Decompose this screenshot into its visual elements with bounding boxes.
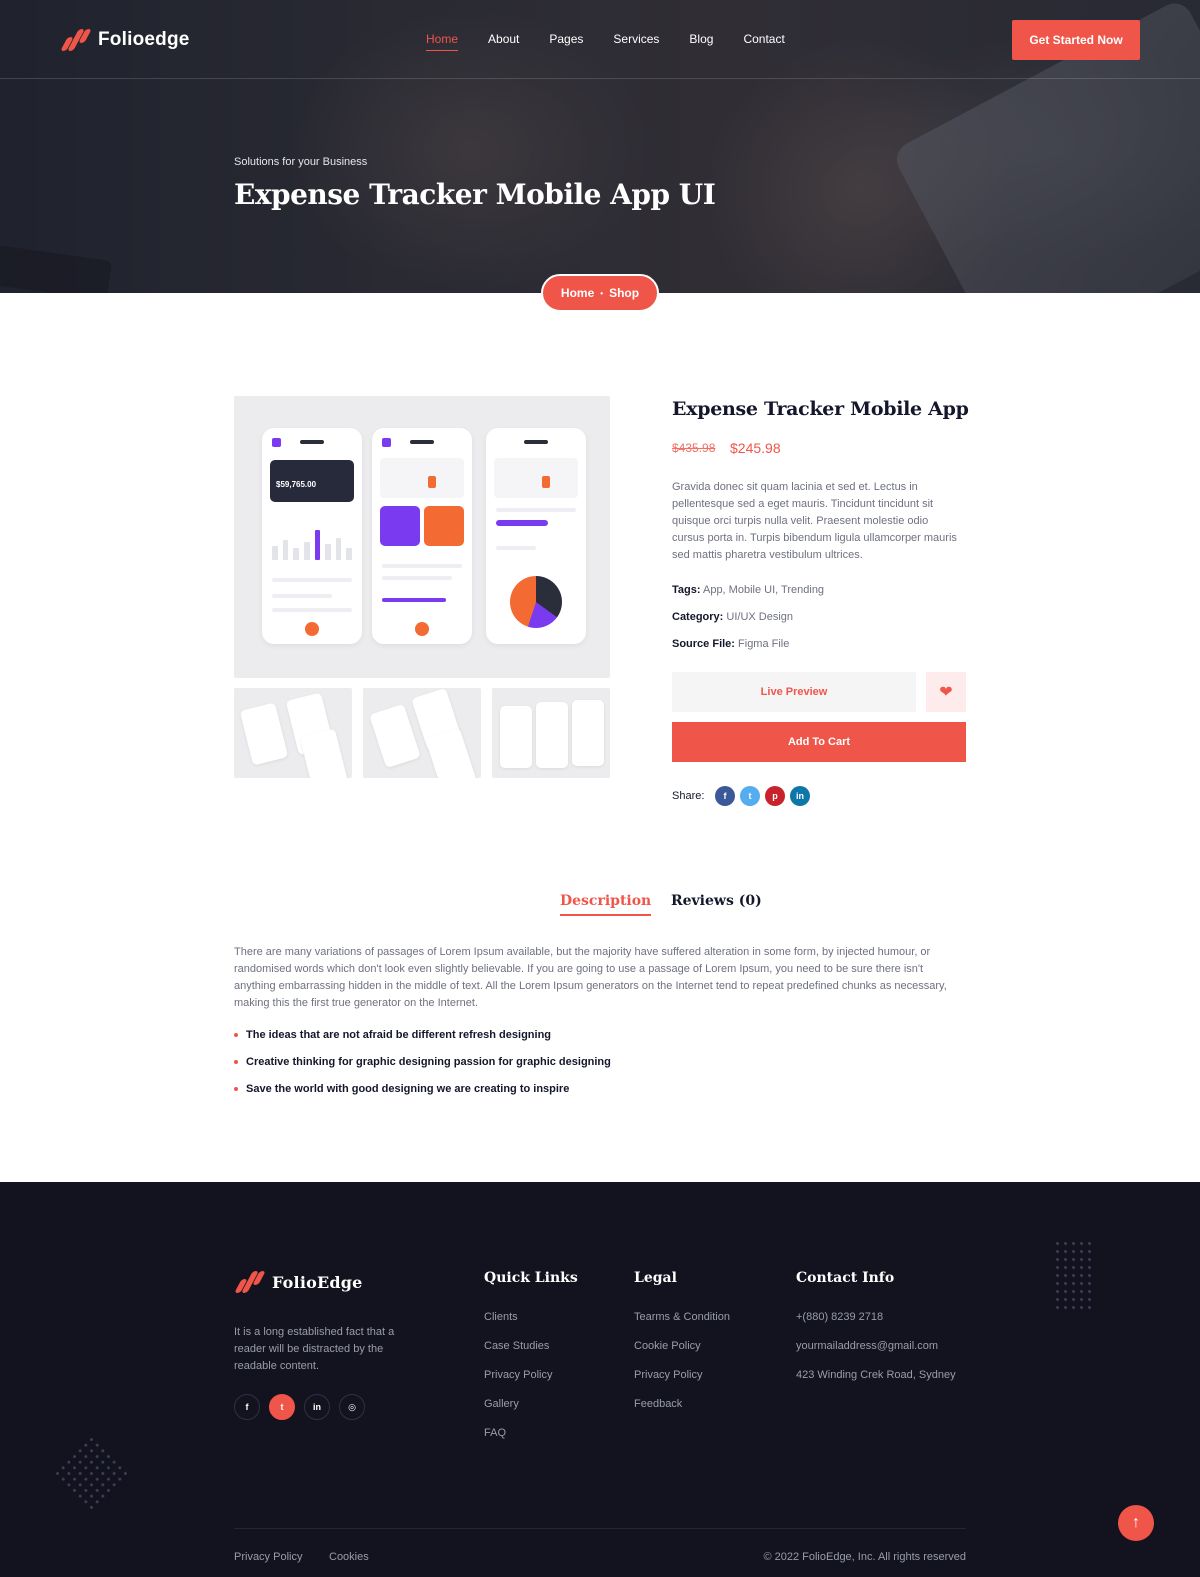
product-thumbnail-1[interactable] xyxy=(234,688,352,778)
legal-title: Legal xyxy=(634,1270,677,1286)
product-thumbnail-2[interactable] xyxy=(363,688,481,778)
facebook-icon[interactable]: f xyxy=(234,1394,260,1420)
decorative-dots xyxy=(55,1437,128,1510)
old-price: $435.98 xyxy=(672,441,716,455)
header-divider xyxy=(0,78,1200,79)
nav-about[interactable]: About xyxy=(488,32,519,51)
product-tags: Tags: App, Mobile UI, Trending xyxy=(672,584,825,596)
bottom-link-privacy-policy[interactable]: Privacy Policy xyxy=(234,1551,302,1563)
product-thumbnail-3[interactable] xyxy=(492,688,610,778)
add-to-cart-button[interactable]: Add To Cart xyxy=(672,722,966,762)
contact-address: 423 Winding Crek Road, Sydney xyxy=(796,1369,956,1381)
get-started-button[interactable]: Get Started Now xyxy=(1012,20,1140,60)
copyright: © 2022 FolioEdge, Inc. All rights reserv… xyxy=(763,1551,966,1563)
nav-pages[interactable]: Pages xyxy=(549,32,583,51)
instagram-icon[interactable]: ◎ xyxy=(339,1394,365,1420)
arrow-up-icon: ↑ xyxy=(1132,1514,1140,1531)
footer-about: It is a long established fact that a rea… xyxy=(234,1326,395,1372)
feature-bullet: The ideas that are not afraid be differe… xyxy=(234,1029,551,1041)
nav-contact[interactable]: Contact xyxy=(743,32,784,51)
footer-link-legal-privacy[interactable]: Privacy Policy xyxy=(634,1369,702,1381)
bottom-link-cookies[interactable]: Cookies xyxy=(329,1551,369,1563)
contact-info-title: Contact Info xyxy=(796,1270,895,1286)
footer-link-gallery[interactable]: Gallery xyxy=(484,1398,519,1410)
footer-link-clients[interactable]: Clients xyxy=(484,1311,518,1323)
site-logo[interactable]: Folioedge xyxy=(60,28,190,52)
footer-link-faq[interactable]: FAQ xyxy=(484,1427,506,1439)
description-text: There are many variations of passages of… xyxy=(234,946,947,1009)
footer-logo[interactable]: FolioEdge xyxy=(234,1270,363,1294)
scroll-to-top-button[interactable]: ↑ xyxy=(1118,1505,1154,1541)
breadcrumb-home[interactable]: Home xyxy=(561,286,594,300)
mockup-balance: $59,765.00 xyxy=(270,460,354,502)
mockup-phone-expenses xyxy=(372,428,472,644)
site-footer: FolioEdge It is a long established fact … xyxy=(0,1182,1200,1577)
mockup-phone-total-expense xyxy=(486,428,586,644)
hero-subtitle: Solutions for your Business xyxy=(234,156,368,168)
nav-blog[interactable]: Blog xyxy=(689,32,713,51)
live-preview-button[interactable]: Live Preview xyxy=(672,672,916,712)
twitter-icon[interactable]: t xyxy=(740,786,760,806)
tab-reviews[interactable]: Reviews (0) xyxy=(671,893,762,909)
product-main-image[interactable]: $59,765.00 xyxy=(234,396,610,678)
breadcrumb: Home • Shop xyxy=(541,274,659,312)
nav-home[interactable]: Home xyxy=(426,32,459,51)
main-nav: Home About Pages Services Blog Contact xyxy=(426,32,785,51)
mockup-phone-home: $59,765.00 xyxy=(262,428,362,644)
hero-banner: Folioedge Home About Pages Services Blog… xyxy=(0,0,1200,293)
facebook-icon[interactable]: f xyxy=(715,786,735,806)
logo-text: Folioedge xyxy=(98,29,190,50)
pinterest-icon[interactable]: p xyxy=(765,786,785,806)
feature-bullet: Creative thinking for graphic designing … xyxy=(234,1056,611,1068)
footer-link-terms[interactable]: Tearms & Condition xyxy=(634,1311,730,1323)
product-title: Expense Tracker Mobile App xyxy=(672,398,969,420)
footer-link-cookie-policy[interactable]: Cookie Policy xyxy=(634,1340,701,1352)
contact-phone[interactable]: +(880) 8239 2718 xyxy=(796,1311,883,1323)
footer-link-privacy-policy[interactable]: Privacy Policy xyxy=(484,1369,552,1381)
nav-services[interactable]: Services xyxy=(613,32,659,51)
breadcrumb-current: Shop xyxy=(609,286,640,300)
product-description: Gravida donec sit quam lacinia et sed et… xyxy=(672,481,957,561)
product-category: Category: UI/UX Design xyxy=(672,611,794,623)
tab-description[interactable]: Description xyxy=(560,893,652,916)
footer-link-case-studies[interactable]: Case Studies xyxy=(484,1340,549,1352)
logo-mark-icon xyxy=(234,1270,266,1294)
logo-mark-icon xyxy=(60,28,92,52)
mockup-pie-chart xyxy=(510,576,562,628)
footer-link-feedback[interactable]: Feedback xyxy=(634,1398,682,1410)
quick-links-title: Quick Links xyxy=(484,1270,578,1286)
contact-email[interactable]: yourmailaddress@gmail.com xyxy=(796,1340,938,1352)
feature-bullet: Save the world with good designing we ar… xyxy=(234,1083,569,1095)
breadcrumb-separator: • xyxy=(600,288,604,298)
page-title: Expense Tracker Mobile App UI xyxy=(234,178,716,211)
wishlist-button[interactable]: ❤ xyxy=(926,672,966,712)
share-label: Share: xyxy=(672,790,705,802)
product-source-file: Source File: Figma File xyxy=(672,638,790,650)
decorative-dots xyxy=(1056,1242,1091,1309)
twitter-icon[interactable]: t xyxy=(269,1394,295,1420)
footer-divider xyxy=(234,1528,966,1529)
current-price: $245.98 xyxy=(730,440,781,456)
linkedin-icon[interactable]: in xyxy=(790,786,810,806)
heart-icon: ❤ xyxy=(939,684,953,701)
linkedin-icon[interactable]: in xyxy=(304,1394,330,1420)
